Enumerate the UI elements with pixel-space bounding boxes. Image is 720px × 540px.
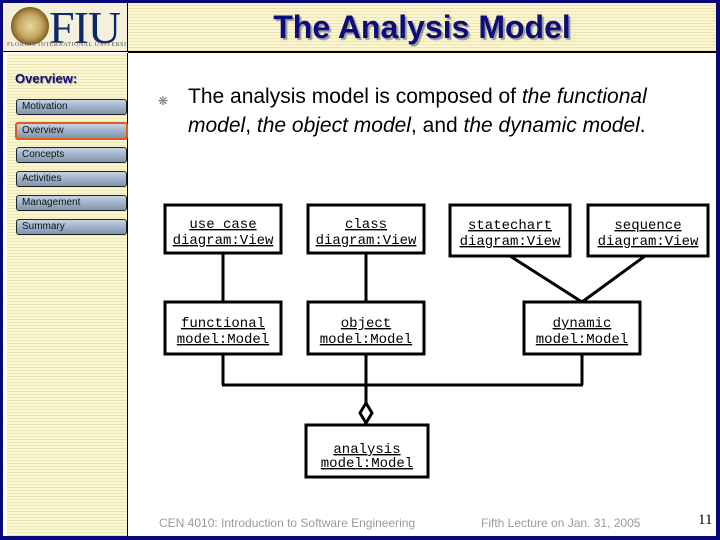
node-label: diagram:View (460, 234, 561, 250)
node-label: model:Model (321, 456, 413, 472)
footer-course: CEN 4010: Introduction to Software Engin… (159, 516, 416, 530)
node-label: statechart (468, 218, 552, 234)
node-label: dynamic (553, 316, 612, 332)
page-number: 11 (698, 512, 713, 528)
node-label: diagram:View (173, 233, 274, 249)
node-label: model:Model (320, 332, 412, 348)
aggregation-diamond-icon (358, 400, 374, 426)
node-label: diagram:View (598, 234, 699, 250)
node-label: sequence (614, 218, 681, 234)
node-label: use case (189, 217, 256, 233)
edge-sequence-to-dynamic (581, 254, 646, 304)
footer-lecture: Fifth Lecture on Jan. 31, 2005 (481, 516, 641, 530)
edge-statechart-to-dynamic (509, 254, 583, 304)
node-label: object (341, 316, 391, 332)
node-label: model:Model (177, 332, 269, 348)
node-label: diagram:View (316, 233, 417, 249)
uml-object-diagram: use case diagram:View class diagram:View… (163, 203, 710, 479)
node-label: model:Model (536, 332, 628, 348)
node-label: class (345, 217, 387, 233)
node-label: functional (181, 316, 265, 332)
